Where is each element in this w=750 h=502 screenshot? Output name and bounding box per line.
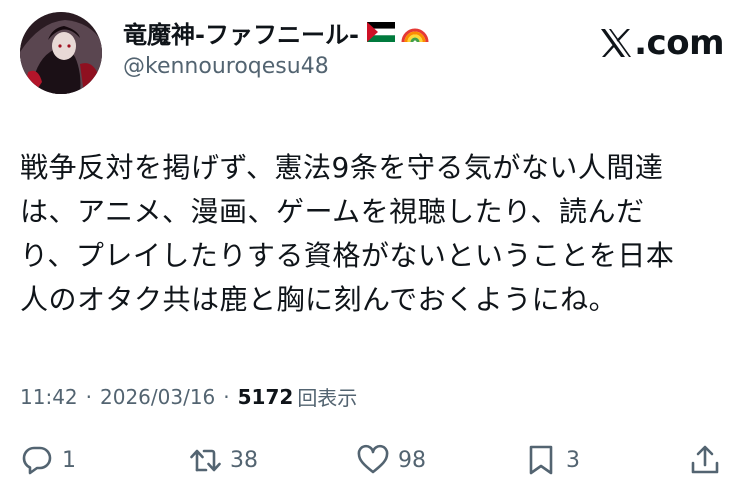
tweet-actions: 1 38 98 3 (20, 440, 730, 480)
avatar-image (20, 12, 102, 94)
heart-icon (357, 444, 389, 474)
like-button[interactable]: 98 (356, 440, 426, 480)
retweet-count: 38 (230, 447, 258, 473)
share-icon (691, 445, 719, 474)
display-name[interactable]: 竜魔神-ファフニール- (123, 15, 359, 50)
tweet-header: 竜魔神-ファフニール- @kennouroqesu48 .com (20, 10, 730, 96)
reply-icon (22, 446, 52, 475)
user-info: 竜魔神-ファフニール- @kennouroqesu48 (123, 16, 429, 79)
share-button[interactable] (688, 440, 722, 480)
bookmark-icon (529, 445, 553, 475)
display-name-row: 竜魔神-ファフニール- (123, 15, 429, 50)
meta-separator: · (85, 384, 92, 409)
user-handle[interactable]: @kennouroqesu48 (123, 54, 429, 79)
views-label: 回表示 (297, 386, 358, 410)
tweet-date[interactable]: 2026/03/16 (100, 385, 215, 409)
like-count: 98 (398, 447, 426, 473)
tweet-time[interactable]: 11:42 (20, 385, 78, 409)
tweet-text: 戦争反対を掲げず、憲法9条を守る気がない人間達 は、アニメ、漫画、ゲームを視聴し… (20, 151, 675, 316)
meta-separator-2: · (223, 384, 230, 409)
bookmark-count: 3 (566, 447, 580, 473)
tweet-meta: 11:42 · 2026/03/16 · 5172 回表示 (20, 382, 357, 411)
rainbow-icon (401, 28, 429, 43)
reply-count: 1 (62, 447, 76, 473)
palestine-flag-icon (366, 22, 395, 42)
brand-text: .com (634, 23, 724, 63)
x-brand: .com (599, 26, 724, 60)
avatar[interactable] (20, 12, 102, 94)
reply-button[interactable]: 1 (20, 440, 76, 480)
bookmark-button[interactable]: 3 (524, 440, 580, 480)
retweet-icon (190, 449, 221, 472)
retweet-button[interactable]: 38 (188, 440, 258, 480)
x-logo-icon (601, 29, 632, 57)
views-count: 5172 (237, 384, 294, 409)
